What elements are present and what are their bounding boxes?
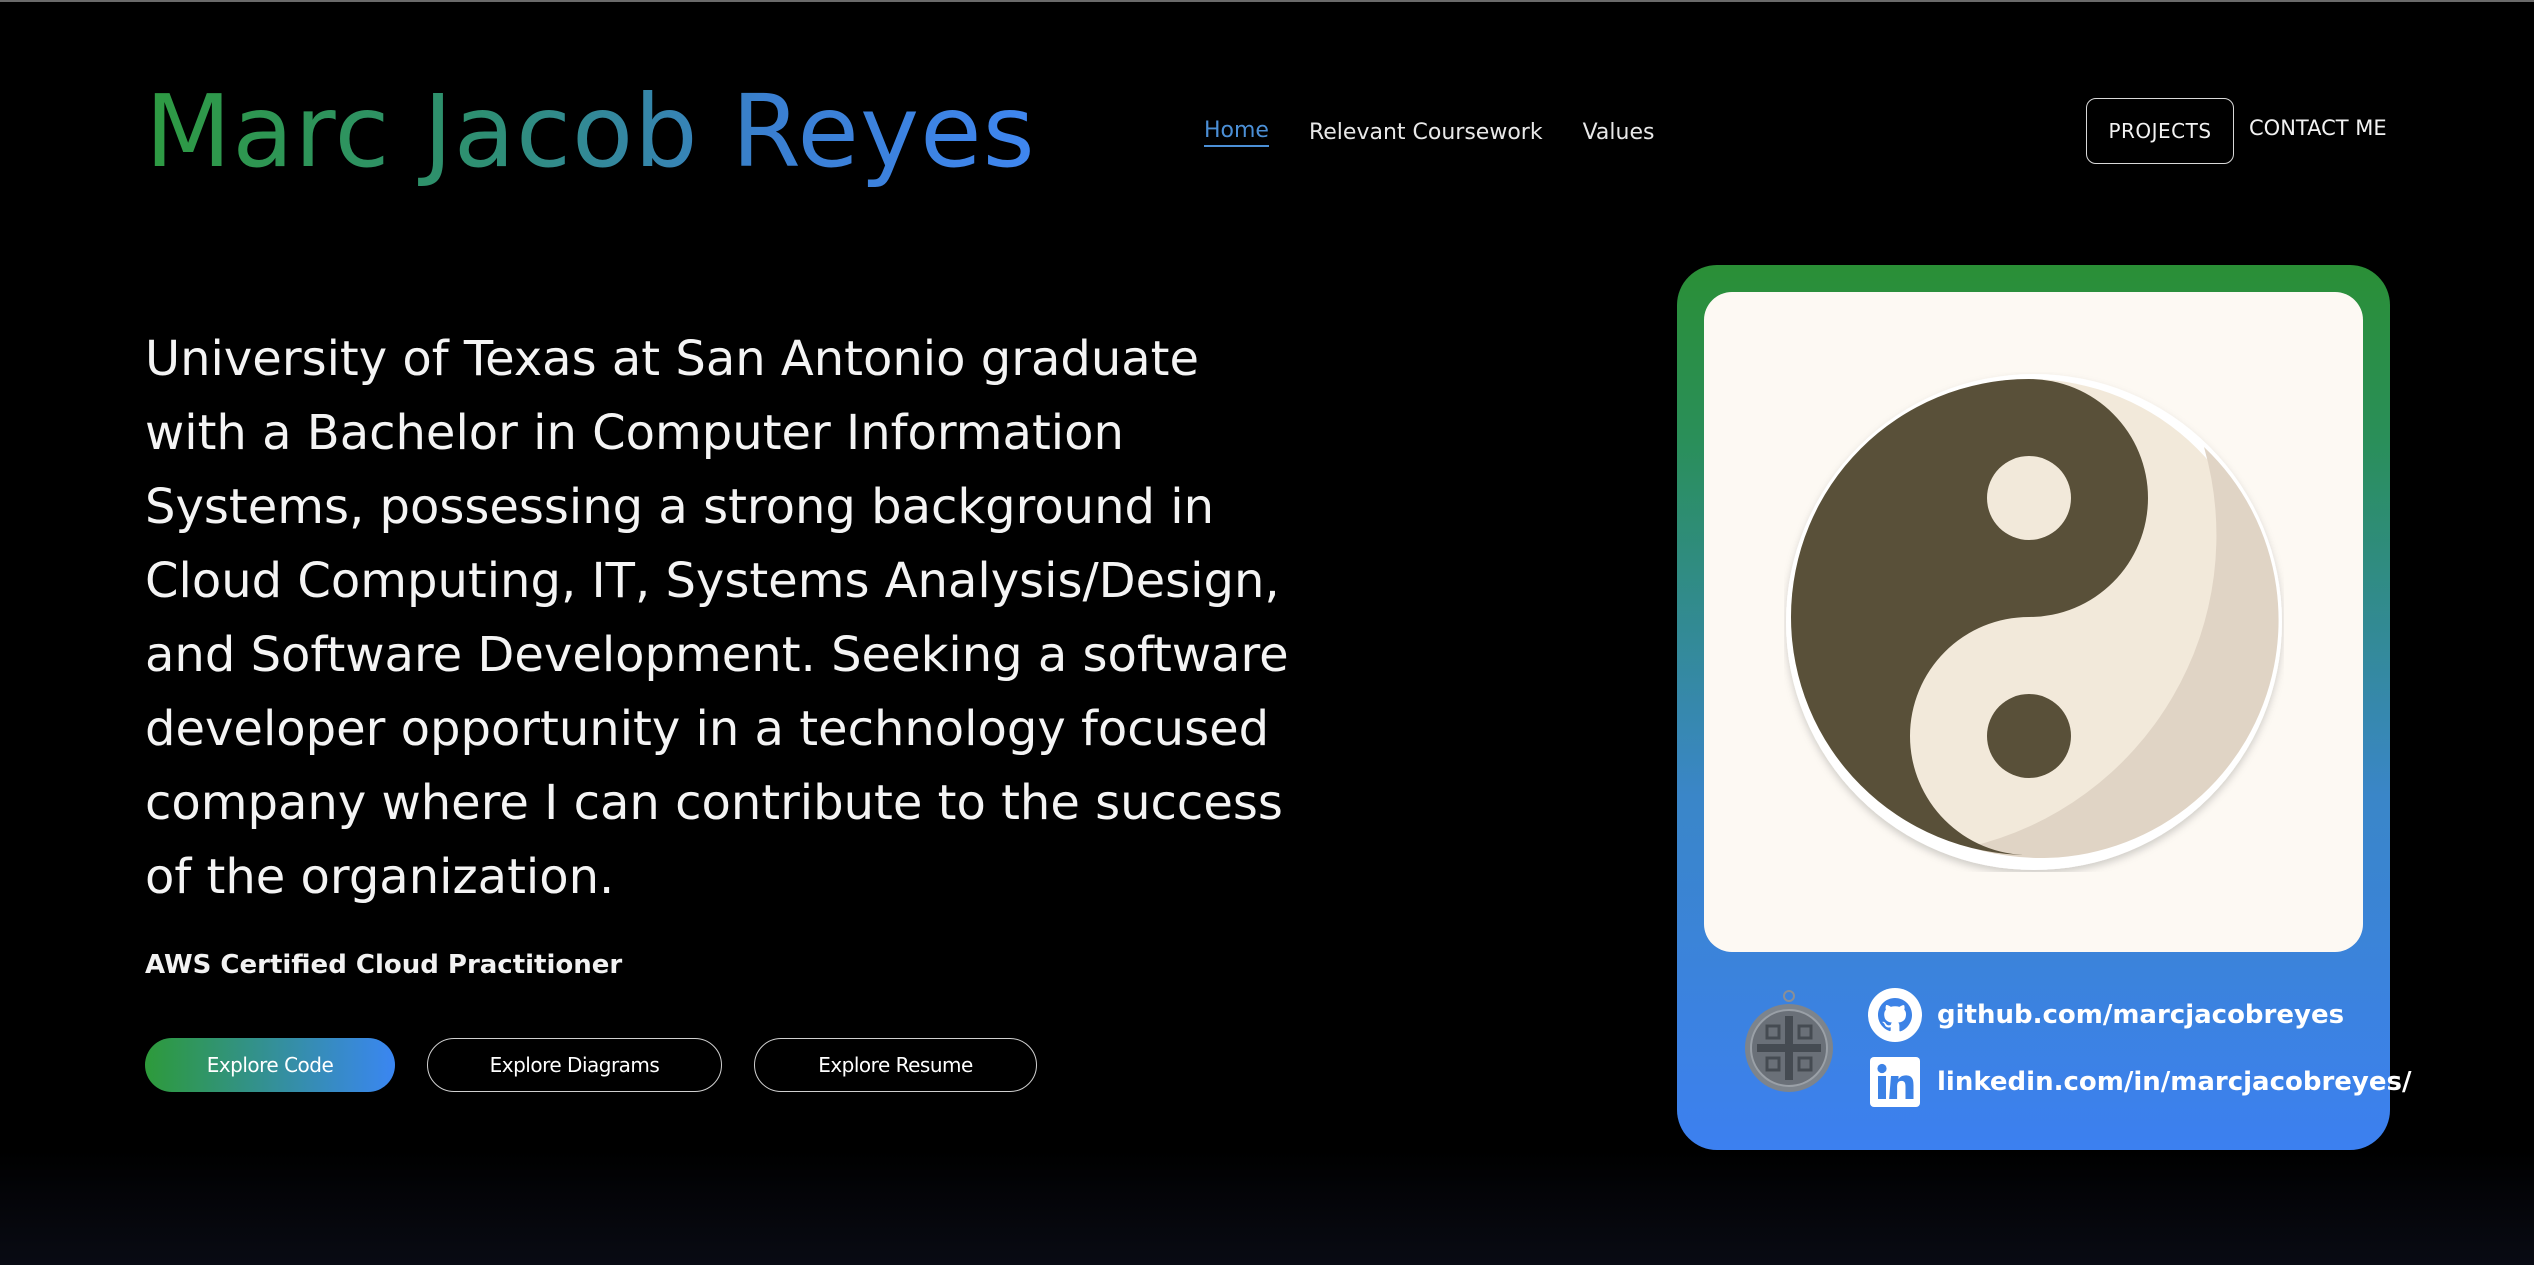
profile-image bbox=[1704, 292, 2363, 952]
nav-home-link[interactable]: Home bbox=[1204, 118, 1269, 147]
linkedin-link-text: linkedin.com/in/marcjacobreyes/ bbox=[1937, 1067, 2412, 1097]
yin-yang-icon bbox=[1786, 374, 2282, 870]
coin-icon bbox=[1745, 990, 1833, 1092]
certification-text: AWS Certified Cloud Practitioner bbox=[145, 950, 623, 980]
github-link-text: github.com/marcjacobreyes bbox=[1937, 1000, 2345, 1030]
bottom-glow bbox=[0, 1150, 2534, 1265]
github-icon bbox=[1868, 988, 1922, 1042]
main-nav: Home Relevant Coursework Values bbox=[1204, 112, 1654, 152]
projects-button[interactable]: PROJECTS bbox=[2086, 98, 2234, 164]
explore-code-button[interactable]: Explore Code bbox=[145, 1038, 395, 1092]
bio-paragraph: University of Texas at San Antonio gradu… bbox=[145, 331, 1289, 905]
nav-values-link[interactable]: Values bbox=[1583, 120, 1655, 145]
linkedin-icon bbox=[1870, 1057, 1920, 1107]
top-border bbox=[0, 0, 2534, 2]
github-link[interactable]: github.com/marcjacobreyes bbox=[1867, 987, 2344, 1043]
nav-coursework-link[interactable]: Relevant Coursework bbox=[1309, 120, 1543, 145]
site-title: Marc Jacob Reyes bbox=[145, 73, 1036, 190]
explore-diagrams-button[interactable]: Explore Diagrams bbox=[427, 1038, 722, 1092]
explore-resume-button[interactable]: Explore Resume bbox=[754, 1038, 1037, 1092]
contact-me-link[interactable]: CONTACT ME bbox=[2249, 116, 2387, 140]
profile-card: github.com/marcjacobreyes linkedin.com/i… bbox=[1677, 265, 2411, 1150]
linkedin-link[interactable]: linkedin.com/in/marcjacobreyes/ bbox=[1867, 1054, 2411, 1110]
